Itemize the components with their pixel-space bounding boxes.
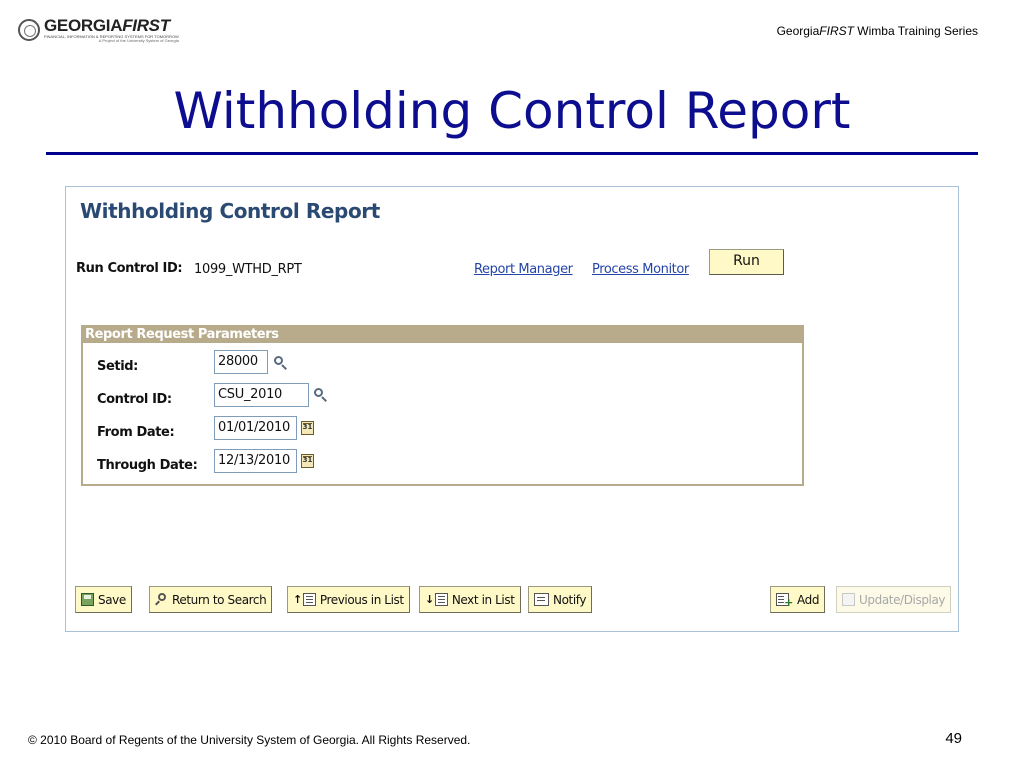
run-control-label: Run Control ID: [76,261,183,276]
logo-wordmark-georgia: GEORGIA [44,16,123,35]
add-icon [776,593,793,609]
save-button[interactable]: Save [75,586,132,613]
down-arrow-icon: ↓ [425,593,434,606]
page-title: Withholding Control Report [80,199,380,223]
university-seal-icon [18,19,40,41]
update-display-icon [842,593,855,606]
setid-label: Setid: [97,359,138,374]
previous-in-list-button[interactable]: ↑ Previous in List [287,586,410,613]
return-to-search-label: Return to Search [172,592,267,607]
return-search-lens [158,593,166,601]
setid-input[interactable]: 28000 [214,350,268,374]
control-id-lookup-handle [321,396,327,402]
save-icon [81,593,94,606]
notify-label: Notify [553,592,587,607]
update-display-label: Update/Display [859,592,946,607]
logo-text: GEORGIAFIRST FINANCIAL, INFORMATION & RE… [44,17,179,43]
run-button[interactable]: Run [709,249,784,275]
add-button[interactable]: Add [770,586,826,613]
series-emphasis: FIRST [819,24,854,38]
previous-in-list-label: Previous in List [319,592,404,607]
next-in-list-button[interactable]: ↓ Next in List [419,586,521,613]
setid-lookup-icon[interactable] [273,355,287,370]
save-button-label: Save [98,592,126,607]
series-prefix: Georgia [776,24,820,38]
from-date-calendar-icon[interactable]: 31 [301,421,314,435]
report-request-parameters-group: Report Request Parameters Setid: 28000 C… [81,325,804,486]
logo-wordmark: GEORGIAFIRST [44,17,179,34]
control-id-input[interactable]: CSU_2010 [214,383,309,407]
logo-subtagline: A Project of the University System of Ge… [98,38,179,43]
through-date-input[interactable]: 12/13/2010 [214,449,297,473]
list-icon [302,593,316,606]
run-control-value: 1099_WTHD_RPT [194,262,302,277]
add-label: Add [797,592,820,607]
return-to-search-button[interactable]: Return to Search [149,586,273,613]
update-display-button[interactable]: Update/Display [836,586,952,613]
report-page-panel: Withholding Control Report Run Control I… [65,186,959,632]
next-in-list-label: Next in List [451,592,515,607]
control-id-label: Control ID: [97,392,172,407]
return-search-icon [155,593,168,606]
through-date-calendar-icon[interactable]: 31 [301,454,314,468]
from-date-label: From Date: [97,425,175,440]
copyright-footer: © 2010 Board of Regents of the Universit… [28,733,471,747]
series-label: GeorgiaFIRST Wimba Training Series [777,24,978,38]
series-suffix: Wimba Training Series [853,24,978,38]
list-icon [434,593,448,606]
page-number: 49 [945,730,962,747]
logo-wordmark-first: FIRST [122,16,170,35]
return-search-handle [155,600,160,606]
from-date-input[interactable]: 01/01/2010 [214,416,297,440]
slide-title: Withholding Control Report [173,82,851,140]
setid-lookup-handle [281,364,287,370]
notify-button[interactable]: Notify [528,586,593,613]
process-monitor-link[interactable]: Process Monitor [592,262,689,277]
through-date-label: Through Date: [97,458,198,473]
title-divider [46,152,978,155]
up-arrow-icon: ↑ [293,593,302,606]
report-manager-link[interactable]: Report Manager [474,262,573,277]
group-header: Report Request Parameters [83,327,802,343]
notify-icon [534,593,549,606]
control-id-lookup-icon[interactable] [313,387,327,402]
georgiafirst-logo: GEORGIAFIRST FINANCIAL, INFORMATION & RE… [18,14,179,46]
